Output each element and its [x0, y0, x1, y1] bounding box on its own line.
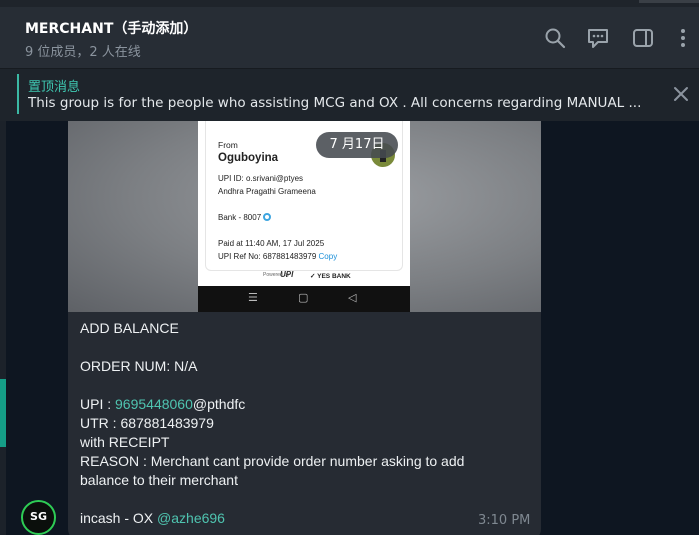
avatar-initials: SG: [30, 510, 47, 523]
pinned-title: 置顶消息: [28, 80, 81, 95]
receipt-upi-id: UPI ID: o.srivani@ptyes: [218, 174, 304, 183]
msg-line-order-num: ORDER NUM: N/A: [80, 358, 198, 374]
pinned-text: This group is for the people who assisti…: [28, 95, 642, 111]
msg-line-upi: UPI : 9695448060@pthdfc: [80, 396, 246, 412]
receipt-name: Oguboyina: [218, 152, 279, 164]
chat-title[interactable]: MERCHANT（手动添加）: [25, 18, 197, 38]
receipt-copy-link: Copy: [318, 252, 338, 261]
sidebar-toggle-icon[interactable]: [632, 27, 654, 49]
close-icon[interactable]: [672, 85, 690, 103]
bank-logo-icon: [263, 213, 272, 221]
menu-icon: ☰: [248, 291, 258, 304]
receipt-bank-number: Bank - 8007: [218, 213, 272, 222]
message-text: ADD BALANCE ORDER NUM: N/A UPI : 9695448…: [80, 319, 530, 528]
receipt-paid-at: Paid at 11:40 AM, 17 Jul 2025: [218, 239, 325, 248]
more-icon[interactable]: [672, 27, 694, 49]
chat-header: MERCHANT（手动添加） 9 位成员，2 人在线: [0, 0, 699, 68]
search-icon[interactable]: [544, 27, 566, 49]
msg-line-add-balance: ADD BALANCE: [80, 320, 179, 336]
upi-logo: UPI: [280, 270, 294, 279]
msg-line-utr: UTR : 687881483979: [80, 415, 214, 431]
msg-line-reason: REASON : Merchant cant provide order num…: [80, 453, 465, 469]
receipt-photo[interactable]: From Oguboyina UPI ID: o.srivani@ptyes A…: [68, 121, 541, 312]
receipt-ref: UPI Ref No: 687881483979 Copy: [218, 252, 338, 261]
msg-line-reason-cont: balance to their merchant: [80, 472, 238, 488]
selected-chat-indicator: [0, 379, 6, 447]
msg-line-sender: incash - OX @azhe696: [80, 510, 225, 526]
mention-link[interactable]: @azhe696: [157, 510, 225, 526]
back-icon: ◁: [348, 291, 357, 304]
member-count: 9 位成员，2 人在线: [25, 45, 141, 60]
phone-nav-bar: ☰ ▢ ◁: [198, 286, 410, 312]
yes-bank-logo: ✓ YES BANK: [310, 273, 351, 280]
home-icon: ▢: [298, 291, 309, 304]
msg-line-receipt: with RECEIPT: [80, 434, 170, 450]
message-bubble[interactable]: From Oguboyina UPI ID: o.srivani@ptyes A…: [68, 121, 541, 535]
chat-list-edge: [0, 121, 6, 535]
pinned-accent-bar: [17, 74, 19, 114]
phone-number-link[interactable]: 9695448060: [115, 396, 193, 412]
receipt-from-label: From: [218, 140, 238, 150]
date-badge: 7 月17日: [316, 132, 398, 158]
window-top-strip: [0, 0, 699, 7]
message-time: 3:10 PM: [478, 513, 531, 528]
receipt-bank-name: Andhra Pragathi Grameena: [218, 187, 316, 196]
avatar[interactable]: SG: [21, 500, 56, 535]
pinned-message-bar[interactable]: 置顶消息 This group is for the people who as…: [0, 68, 699, 121]
comment-icon[interactable]: [587, 27, 609, 49]
